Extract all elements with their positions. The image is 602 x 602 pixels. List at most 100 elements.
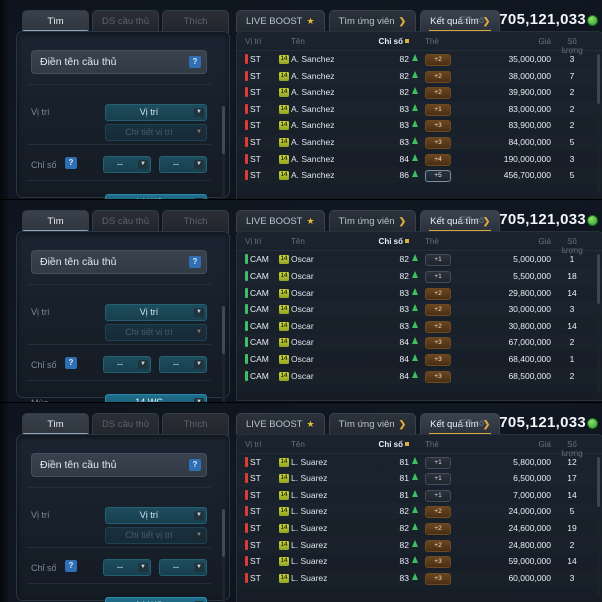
position-select-value: Vị trí bbox=[139, 509, 159, 520]
season-select[interactable]: 14 WC▼ bbox=[105, 596, 207, 602]
column-header-4[interactable]: Giá bbox=[487, 37, 551, 46]
column-header-4[interactable]: Giá bbox=[487, 440, 551, 449]
table-row[interactable]: ST 14 A. Sanchez 86 +5 456,700,000 5 bbox=[237, 167, 602, 183]
position-select[interactable]: Vị trí ▼ bbox=[105, 104, 207, 121]
column-header-4[interactable]: Giá bbox=[487, 237, 551, 246]
table-row[interactable]: ST 14 A. Sanchez 84 +4 190,000,000 3 bbox=[237, 151, 602, 167]
table-row[interactable]: ST 14 A. Sanchez 83 +3 84,000,000 5 bbox=[237, 134, 602, 150]
tab-thich[interactable]: Thích bbox=[162, 210, 229, 234]
scrollbar-thumb[interactable] bbox=[597, 254, 600, 305]
table-row[interactable]: ST 14 L. Suarez 82 +2 24,600,000 19 bbox=[237, 520, 602, 536]
scrollbar-thumb[interactable] bbox=[222, 106, 225, 154]
tab-ds-cau-thu[interactable]: DS cầu thủ bbox=[92, 210, 159, 234]
stat-help-icon[interactable]: ? bbox=[65, 559, 77, 572]
scrollbar-thumb[interactable] bbox=[222, 306, 225, 355]
card-level-badge: +2 bbox=[425, 539, 451, 552]
search-help-icon[interactable]: ? bbox=[189, 56, 201, 68]
scrollbar-thumb[interactable] bbox=[597, 54, 600, 104]
column-header-2[interactable]: Chỉ số bbox=[377, 37, 409, 46]
search-input[interactable]: Điền tên cầu thủ? bbox=[31, 50, 207, 74]
column-header-1[interactable]: Tên bbox=[291, 37, 371, 46]
table-row[interactable]: CAM 14 Oscar 83 +2 29,800,000 14 bbox=[237, 285, 602, 301]
table-row[interactable]: ST 14 A. Sanchez 82 +2 38,000,000 7 bbox=[237, 68, 602, 84]
column-header-0[interactable]: Vị trí bbox=[245, 237, 285, 246]
table-row[interactable]: ST 14 A. Sanchez 82 +2 39,900,000 2 bbox=[237, 84, 602, 100]
column-header-1[interactable]: Tên bbox=[291, 440, 371, 449]
search-help-icon[interactable]: ? bbox=[189, 458, 201, 471]
column-header-0[interactable]: Vị trí bbox=[245, 37, 285, 46]
scrollbar-thumb[interactable] bbox=[222, 508, 225, 557]
rating-value: 84 bbox=[399, 370, 409, 381]
position-select[interactable]: Vị trí ▼ bbox=[105, 506, 207, 524]
season-select[interactable]: 14 WC▼ bbox=[105, 394, 207, 402]
price-value: 38,000,000 bbox=[508, 70, 551, 81]
table-row[interactable]: ST 14 L. Suarez 82 +2 24,800,000 2 bbox=[237, 537, 602, 553]
search-input[interactable]: Điền tên cầu thủ? bbox=[31, 250, 207, 275]
table-row[interactable]: ST 14 A. Sanchez 82 +2 35,000,000 3 bbox=[237, 51, 602, 67]
position-value: CAM bbox=[250, 287, 269, 298]
tab-live-boost[interactable]: LIVE BOOST ★ bbox=[236, 10, 325, 32]
table-row[interactable]: CAM 14 Oscar 83 +2 30,800,000 14 bbox=[237, 318, 602, 334]
stat-select-2[interactable]: -- ▼ bbox=[159, 356, 207, 374]
column-header-3[interactable]: Thẻ bbox=[425, 37, 455, 46]
tab-thich[interactable]: Thích bbox=[162, 10, 229, 33]
table-row[interactable]: ST 14 L. Suarez 81 +1 5,800,000 12 bbox=[237, 454, 602, 470]
table-row[interactable]: CAM 14 Oscar 84 +3 68,400,000 1 bbox=[237, 351, 602, 367]
column-header-2[interactable]: Chỉ số bbox=[377, 440, 409, 449]
player-name: L. Suarez bbox=[291, 572, 328, 583]
tab-tim-ung-vien[interactable]: Tìm ứng viên ❯ bbox=[328, 412, 417, 435]
table-scrollbar[interactable] bbox=[597, 254, 600, 395]
tab-ds-cau-thu[interactable]: DS cầu thủ bbox=[92, 10, 159, 33]
form-scrollbar[interactable] bbox=[222, 508, 225, 602]
scrollbar-thumb[interactable] bbox=[597, 456, 600, 507]
tab-thich[interactable]: Thích bbox=[162, 412, 229, 436]
tab-tim-ung-vien[interactable]: Tìm ứng viên ❯ bbox=[328, 10, 417, 32]
table-row[interactable]: ST 14 L. Suarez 81 +1 6,500,000 17 bbox=[237, 470, 602, 486]
stat-select-1[interactable]: -- ▼ bbox=[103, 156, 151, 173]
column-header-0[interactable]: Vị trí bbox=[245, 440, 285, 449]
tab-tim[interactable]: Tìm bbox=[22, 412, 89, 436]
stat-help-icon[interactable]: ? bbox=[65, 157, 77, 169]
search-help-icon[interactable]: ? bbox=[189, 256, 201, 269]
season-select[interactable]: 14 WC▼ bbox=[105, 194, 207, 200]
table-row[interactable]: ST 14 L. Suarez 83 +3 59,000,000 14 bbox=[237, 553, 602, 569]
tab-tim-ung-vien[interactable]: Tìm ứng viên ❯ bbox=[328, 210, 417, 233]
stat-select-2[interactable]: -- ▼ bbox=[159, 558, 207, 576]
chevron-down-icon: ▼ bbox=[194, 328, 204, 338]
column-header-2[interactable]: Chỉ số bbox=[377, 237, 409, 246]
stat-select-1[interactable]: -- ▼ bbox=[103, 356, 151, 374]
stat-select-1[interactable]: -- ▼ bbox=[103, 558, 151, 576]
table-scrollbar[interactable] bbox=[597, 54, 600, 194]
table-row[interactable]: ST 14 L. Suarez 81 +1 7,000,000 14 bbox=[237, 487, 602, 503]
position-select[interactable]: Vị trí ▼ bbox=[105, 304, 207, 322]
table-row[interactable]: ST 14 L. Suarez 82 +2 24,000,000 5 bbox=[237, 503, 602, 519]
tab-live-boost[interactable]: LIVE BOOST ★ bbox=[236, 210, 325, 233]
table-row[interactable]: CAM 14 Oscar 83 +2 30,000,000 3 bbox=[237, 301, 602, 317]
stat-help-icon[interactable]: ? bbox=[65, 357, 77, 370]
table-scrollbar[interactable] bbox=[597, 456, 600, 597]
position-detail-select[interactable]: Chi tiết vị trí ▼ bbox=[105, 124, 207, 141]
table-row[interactable]: CAM 14 Oscar 84 +3 67,000,000 2 bbox=[237, 334, 602, 350]
table-row[interactable]: CAM 14 Oscar 82 +1 5,000,000 1 bbox=[237, 251, 602, 267]
table-row[interactable]: CAM 14 Oscar 84 +3 68,500,000 2 bbox=[237, 368, 602, 384]
column-header-1[interactable]: Tên bbox=[291, 237, 371, 246]
form-scrollbar[interactable] bbox=[222, 106, 225, 200]
table-row[interactable]: CAM 14 Oscar 82 +1 5,500,000 18 bbox=[237, 268, 602, 284]
stat-select-2[interactable]: -- ▼ bbox=[159, 156, 207, 173]
tab-tim[interactable]: Tìm bbox=[22, 210, 89, 234]
table-row[interactable]: ST 14 A. Sanchez 83 +3 83,900,000 2 bbox=[237, 117, 602, 133]
player-name: L. Suarez bbox=[291, 539, 328, 550]
table-row[interactable]: ST 14 L. Suarez 83 +3 60,000,000 3 bbox=[237, 570, 602, 586]
ep-value: 705,121,033 bbox=[499, 11, 586, 28]
position-detail-select[interactable]: Chi tiết vị trí ▼ bbox=[105, 324, 207, 342]
form-scrollbar[interactable] bbox=[222, 306, 225, 402]
column-header-3[interactable]: Thẻ bbox=[425, 440, 455, 449]
tab-live-boost[interactable]: LIVE BOOST ★ bbox=[236, 412, 325, 435]
position-detail-select[interactable]: Chi tiết vị trí ▼ bbox=[105, 526, 207, 544]
tab-tim[interactable]: Tìm bbox=[22, 10, 89, 33]
column-header-3[interactable]: Thẻ bbox=[425, 237, 455, 246]
table-row[interactable]: ST 14 A. Sanchez 83 +1 83,000,000 2 bbox=[237, 101, 602, 117]
tab-ds-cau-thu[interactable]: DS cầu thủ bbox=[92, 412, 159, 436]
card-season-icon: 14 bbox=[279, 138, 289, 147]
search-input[interactable]: Điền tên cầu thủ? bbox=[31, 452, 207, 477]
